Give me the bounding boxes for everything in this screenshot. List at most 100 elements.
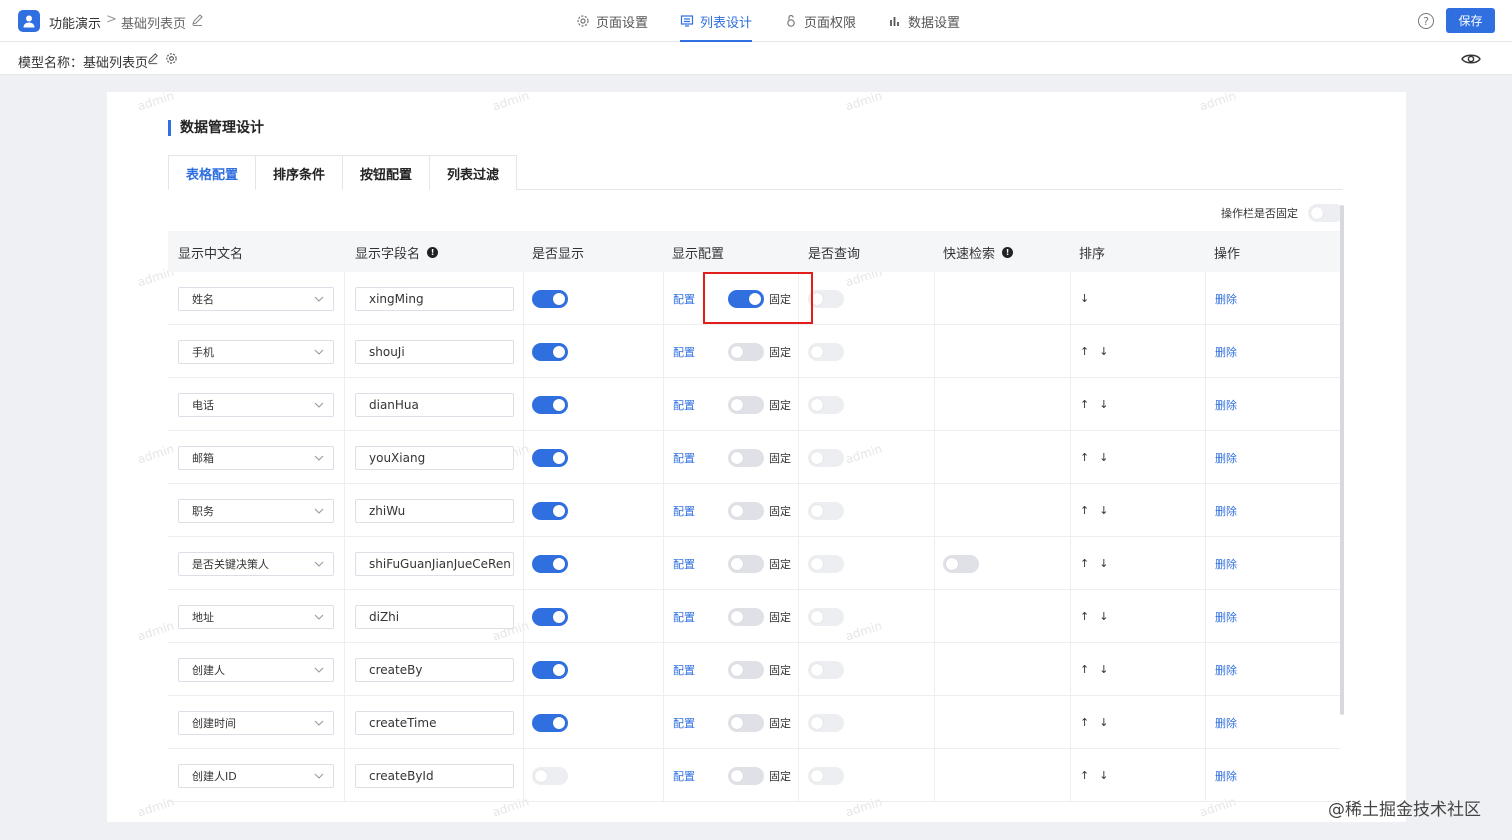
chinese-name-select[interactable]: 手机 xyxy=(178,339,334,364)
chinese-name-select[interactable]: 创建人ID xyxy=(178,763,334,788)
field-name-input[interactable]: dianHua xyxy=(355,392,514,417)
move-up-icon[interactable]: ↑ xyxy=(1080,345,1089,358)
chinese-name-select[interactable]: 姓名 xyxy=(178,286,334,311)
nav-tab-page-permissions[interactable]: 页面权限 xyxy=(768,0,872,42)
query-toggle[interactable] xyxy=(808,501,844,520)
query-toggle[interactable] xyxy=(808,448,844,467)
tab-button-config[interactable]: 按钮配置 xyxy=(342,155,431,190)
move-down-icon[interactable]: ↓ xyxy=(1099,769,1108,782)
query-toggle[interactable] xyxy=(808,395,844,414)
fixed-toggle[interactable] xyxy=(728,660,764,679)
quick-search-toggle[interactable] xyxy=(943,554,979,573)
move-down-icon[interactable]: ↓ xyxy=(1099,557,1108,570)
scrollbar[interactable] xyxy=(1340,205,1344,715)
move-up-icon[interactable]: ↑ xyxy=(1080,716,1089,729)
show-toggle[interactable] xyxy=(532,395,568,414)
show-toggle[interactable] xyxy=(532,501,568,520)
info-icon[interactable]: ! xyxy=(1002,247,1014,258)
move-down-icon[interactable]: ↓ xyxy=(1099,716,1108,729)
fixed-toggle[interactable] xyxy=(728,501,764,520)
nav-tab-data-settings[interactable]: 数据设置 xyxy=(872,0,976,42)
config-link[interactable]: 配置 xyxy=(673,715,695,731)
move-up-icon[interactable]: ↑ xyxy=(1080,769,1089,782)
field-name-input[interactable]: shouJi xyxy=(355,339,514,364)
query-toggle[interactable] xyxy=(808,766,844,785)
query-toggle[interactable] xyxy=(808,342,844,361)
delete-link[interactable]: 删除 xyxy=(1215,556,1237,572)
delete-link[interactable]: 删除 xyxy=(1215,450,1237,466)
delete-link[interactable]: 删除 xyxy=(1215,397,1237,413)
tab-table-config[interactable]: 表格配置 xyxy=(168,155,257,190)
chinese-name-select[interactable]: 是否关键决策人 xyxy=(178,551,334,576)
move-down-icon[interactable]: ↓ xyxy=(1099,451,1108,464)
chinese-name-select[interactable]: 地址 xyxy=(178,604,334,629)
show-toggle[interactable] xyxy=(532,342,568,361)
fixed-toggle[interactable] xyxy=(728,395,764,414)
config-link[interactable]: 配置 xyxy=(673,291,695,307)
field-name-input[interactable]: xingMing xyxy=(355,286,514,311)
delete-link[interactable]: 删除 xyxy=(1215,503,1237,519)
move-up-icon[interactable]: ↑ xyxy=(1080,663,1089,676)
fixed-toggle[interactable] xyxy=(728,342,764,361)
show-toggle[interactable] xyxy=(532,660,568,679)
field-name-input[interactable]: zhiWu xyxy=(355,498,514,523)
query-toggle[interactable] xyxy=(808,289,844,308)
tab-sort-conditions[interactable]: 排序条件 xyxy=(255,155,344,190)
field-name-input[interactable]: createBy xyxy=(355,657,514,682)
fixed-toggle[interactable] xyxy=(728,554,764,573)
field-name-input[interactable]: youXiang xyxy=(355,445,514,470)
delete-link[interactable]: 删除 xyxy=(1215,715,1237,731)
gear-icon[interactable] xyxy=(165,52,178,65)
edit-icon[interactable] xyxy=(146,52,159,65)
delete-link[interactable]: 删除 xyxy=(1215,344,1237,360)
query-toggle[interactable] xyxy=(808,713,844,732)
app-name[interactable]: 功能演示 xyxy=(49,13,101,32)
chinese-name-select[interactable]: 创建时间 xyxy=(178,710,334,735)
show-toggle[interactable] xyxy=(532,766,568,785)
config-link[interactable]: 配置 xyxy=(673,450,695,466)
chinese-name-select[interactable]: 邮箱 xyxy=(178,445,334,470)
show-toggle[interactable] xyxy=(532,289,568,308)
config-link[interactable]: 配置 xyxy=(673,662,695,678)
query-toggle[interactable] xyxy=(808,660,844,679)
move-up-icon[interactable]: ↑ xyxy=(1080,610,1089,623)
help-icon[interactable]: ? xyxy=(1418,13,1434,29)
nav-tab-page-settings[interactable]: 页面设置 xyxy=(560,0,664,42)
info-icon[interactable]: ! xyxy=(427,247,439,258)
show-toggle[interactable] xyxy=(532,607,568,626)
chinese-name-select[interactable]: 电话 xyxy=(178,392,334,417)
config-link[interactable]: 配置 xyxy=(673,768,695,784)
field-name-input[interactable]: createTime xyxy=(355,710,514,735)
delete-link[interactable]: 删除 xyxy=(1215,662,1237,678)
move-down-icon[interactable]: ↓ xyxy=(1099,398,1108,411)
config-link[interactable]: 配置 xyxy=(673,609,695,625)
move-down-icon[interactable]: ↓ xyxy=(1099,345,1108,358)
query-toggle[interactable] xyxy=(808,607,844,626)
delete-link[interactable]: 删除 xyxy=(1215,609,1237,625)
field-name-input[interactable]: diZhi xyxy=(355,604,514,629)
query-toggle[interactable] xyxy=(808,554,844,573)
move-up-icon[interactable]: ↑ xyxy=(1080,557,1089,570)
delete-link[interactable]: 删除 xyxy=(1215,291,1237,307)
show-toggle[interactable] xyxy=(532,713,568,732)
move-up-icon[interactable]: ↑ xyxy=(1080,451,1089,464)
tab-list-filter[interactable]: 列表过滤 xyxy=(429,155,518,190)
pin-actions-toggle[interactable] xyxy=(1308,204,1344,222)
fixed-toggle[interactable] xyxy=(728,607,764,626)
fixed-toggle[interactable] xyxy=(728,448,764,467)
fixed-toggle[interactable] xyxy=(728,713,764,732)
field-name-input[interactable]: createById xyxy=(355,763,514,788)
config-link[interactable]: 配置 xyxy=(673,397,695,413)
move-down-icon[interactable]: ↓ xyxy=(1099,663,1108,676)
move-up-icon[interactable]: ↑ xyxy=(1080,398,1089,411)
show-toggle[interactable] xyxy=(532,554,568,573)
move-up-icon[interactable]: ↑ xyxy=(1080,504,1089,517)
eye-icon[interactable] xyxy=(1461,52,1481,66)
move-down-icon[interactable]: ↓ xyxy=(1099,504,1108,517)
config-link[interactable]: 配置 xyxy=(673,344,695,360)
move-down-icon[interactable]: ↓ xyxy=(1080,292,1089,305)
chinese-name-select[interactable]: 创建人 xyxy=(178,657,334,682)
save-button[interactable]: 保存 xyxy=(1446,8,1495,33)
edit-icon[interactable] xyxy=(190,13,204,27)
config-link[interactable]: 配置 xyxy=(673,503,695,519)
